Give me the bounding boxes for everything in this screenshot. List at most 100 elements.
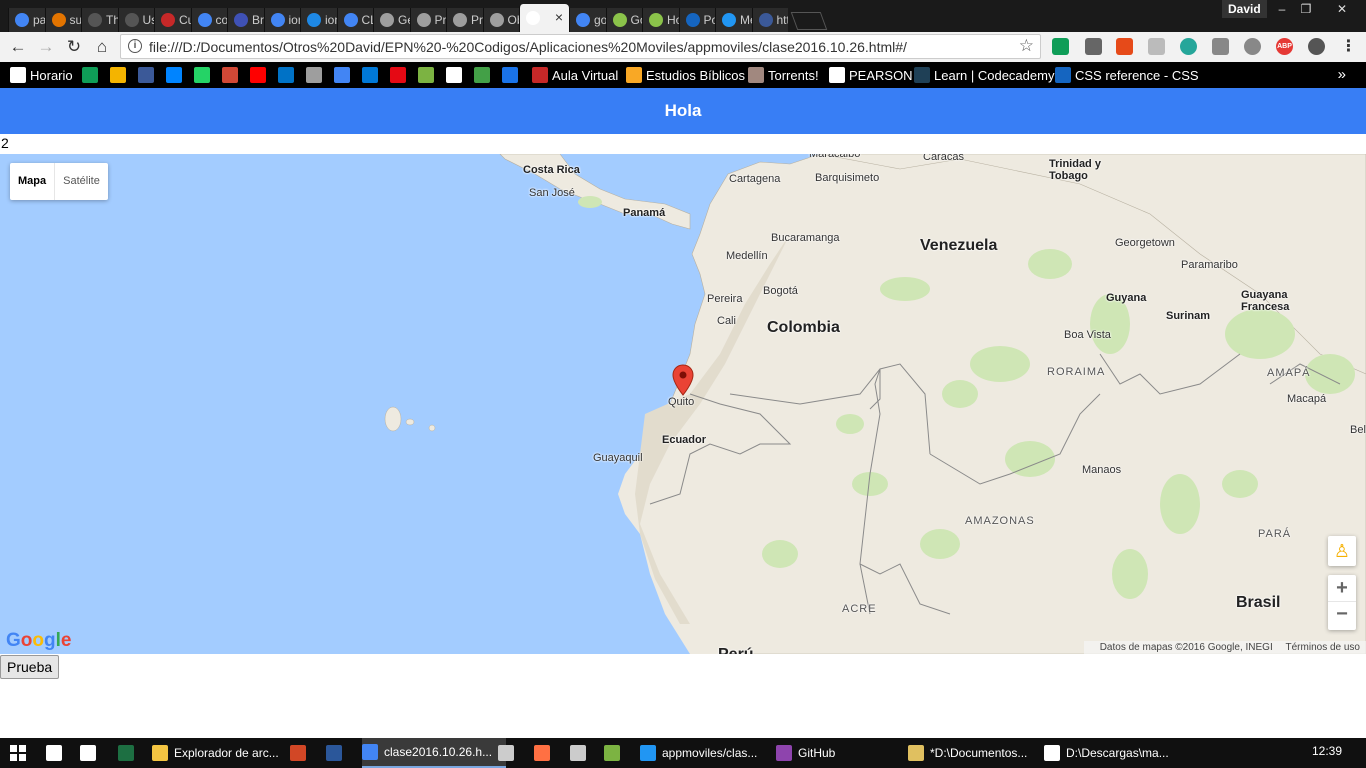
- browser-tab[interactable]: Pru: [409, 8, 446, 32]
- browser-tab[interactable]: sul: [44, 8, 81, 32]
- bookmark-item[interactable]: [166, 67, 186, 83]
- browser-tab[interactable]: Go: [605, 8, 642, 32]
- taskbar-app[interactable]: [326, 738, 362, 768]
- browser-tab[interactable]: Me: [715, 8, 752, 32]
- extension-icon[interactable]: [1085, 38, 1102, 55]
- drive-extension-icon[interactable]: [1052, 38, 1069, 55]
- clock[interactable]: 12:39: [1312, 744, 1342, 758]
- taskbar-app[interactable]: D:\Descargas\ma...: [1044, 738, 1190, 768]
- zoom-out-button[interactable]: −: [1328, 602, 1356, 629]
- restore-icon[interactable]: ❐: [1294, 0, 1318, 18]
- browser-tab[interactable]: cor: [190, 8, 227, 32]
- taskbar-app[interactable]: Explorador de arc...: [152, 738, 298, 768]
- taskbar-app[interactable]: [290, 738, 326, 768]
- bookmark-item[interactable]: [334, 67, 354, 83]
- reload-icon[interactable]: ↻: [64, 37, 84, 57]
- back-icon[interactable]: ←: [8, 37, 28, 57]
- bookmark-item[interactable]: Aula Virtual: [532, 67, 618, 83]
- bookmark-item[interactable]: Learn | Codecademy: [914, 67, 1054, 83]
- map-type-map-button[interactable]: Mapa: [10, 163, 56, 200]
- bookmark-favicon-icon: [1055, 67, 1071, 83]
- bookmark-star-icon[interactable]: ☆: [1019, 36, 1034, 56]
- new-tab-button[interactable]: [790, 12, 828, 30]
- taskbar-app[interactable]: GitHub: [776, 738, 922, 768]
- bookmark-item[interactable]: [138, 67, 158, 83]
- browser-tab[interactable]: Bra: [227, 8, 264, 32]
- bookmark-item[interactable]: [502, 67, 522, 83]
- taskbar-app[interactable]: *D:\Documentos...: [908, 738, 1052, 768]
- browser-tab[interactable]: htt: [751, 8, 788, 32]
- taskbar-app[interactable]: appmoviles/clas...: [640, 738, 784, 768]
- bookmark-item[interactable]: PEARSON: [829, 67, 913, 83]
- browser-tab[interactable]: The: [81, 8, 118, 32]
- browser-tab[interactable]: Ge: [373, 8, 410, 32]
- taskbar-app[interactable]: [118, 738, 154, 768]
- browser-tab[interactable]: Us: [117, 8, 154, 32]
- bookmark-item[interactable]: [474, 67, 494, 83]
- forward-icon[interactable]: →: [36, 37, 56, 57]
- extension-icon[interactable]: [1212, 38, 1229, 55]
- browser-tab[interactable]: Por: [678, 8, 715, 32]
- address-bar[interactable]: i ☆: [120, 34, 1041, 59]
- office-extension-icon[interactable]: [1116, 38, 1133, 55]
- browser-tab[interactable]: Ho: [642, 8, 679, 32]
- map-marker-icon[interactable]: [672, 364, 694, 402]
- browser-tab[interactable]: Cu: [154, 8, 191, 32]
- tab-title: goo: [594, 13, 606, 27]
- bookmark-item[interactable]: [446, 67, 466, 83]
- pegman-icon[interactable]: ♙: [1328, 536, 1356, 566]
- bookmark-item[interactable]: [306, 67, 326, 83]
- browser-tab[interactable]: CL: [336, 8, 373, 32]
- browser-tab[interactable]: Ob: [482, 8, 519, 32]
- adblock-icon[interactable]: ABP: [1276, 38, 1293, 55]
- browser-tab[interactable]: Pri: [446, 8, 483, 32]
- bookmark-item[interactable]: Estudios Bíblicos: [626, 67, 745, 83]
- bookmark-item[interactable]: CSS reference - CSS: [1055, 67, 1199, 83]
- bookmark-item[interactable]: [278, 67, 298, 83]
- profile-button[interactable]: David: [1222, 0, 1267, 18]
- taskbar-app[interactable]: [46, 738, 82, 768]
- bookmark-item[interactable]: [110, 67, 130, 83]
- taskbar-app[interactable]: [80, 738, 116, 768]
- taskbar-app[interactable]: [534, 738, 570, 768]
- bookmark-item[interactable]: [390, 67, 410, 83]
- bookmark-item[interactable]: [222, 67, 242, 83]
- home-icon[interactable]: ⌂: [92, 37, 112, 57]
- bookmark-item[interactable]: Torrents!: [748, 67, 819, 83]
- url-input[interactable]: [149, 37, 1009, 57]
- browser-tab[interactable]: ion: [300, 8, 337, 32]
- extension-icon[interactable]: [1308, 38, 1325, 55]
- tab-close-icon[interactable]: ×: [555, 9, 563, 25]
- extension-icon[interactable]: [1148, 38, 1165, 55]
- browser-tab[interactable]: goo: [569, 8, 606, 32]
- taskbar-app[interactable]: [604, 738, 640, 768]
- extension-icon[interactable]: [1180, 38, 1197, 55]
- bookmark-item[interactable]: [194, 67, 214, 83]
- bookmark-item[interactable]: [418, 67, 438, 83]
- start-button[interactable]: [10, 738, 26, 768]
- bookmark-favicon-icon: [532, 67, 548, 83]
- bookmark-item[interactable]: [362, 67, 382, 83]
- terms-link[interactable]: Términos de uso: [1286, 642, 1360, 653]
- menu-icon[interactable]: ⋮: [1340, 38, 1357, 55]
- google-map[interactable]: Colombia Venezuela Ecuador Brasil Panamá Guya…: [0, 154, 1366, 654]
- taskbar-app[interactable]: clase2016.10.26.h...: [362, 738, 506, 768]
- more-bookmarks-icon[interactable]: »: [1338, 66, 1346, 83]
- zoom-in-button[interactable]: +: [1328, 575, 1356, 602]
- extension-icon[interactable]: [1244, 38, 1261, 55]
- browser-tab[interactable]: ion: [263, 8, 300, 32]
- info-icon[interactable]: i: [128, 39, 142, 53]
- prueba-button[interactable]: Prueba: [0, 655, 60, 679]
- map-type-satellite-button[interactable]: Satélite: [55, 163, 108, 200]
- browser-tab[interactable]: ×: [519, 4, 569, 32]
- close-window-icon[interactable]: ✕: [1330, 0, 1354, 18]
- browser-tab[interactable]: pac: [8, 8, 45, 32]
- bookmark-item[interactable]: Horario: [10, 67, 73, 83]
- bookmark-item[interactable]: [82, 67, 102, 83]
- taskbar-app[interactable]: [498, 738, 534, 768]
- city-label: Georgetown: [1115, 237, 1175, 249]
- bookmark-item[interactable]: [250, 67, 270, 83]
- country-label: Brasil: [1236, 594, 1281, 611]
- minimize-icon[interactable]: –: [1270, 0, 1294, 18]
- taskbar-app[interactable]: [570, 738, 606, 768]
